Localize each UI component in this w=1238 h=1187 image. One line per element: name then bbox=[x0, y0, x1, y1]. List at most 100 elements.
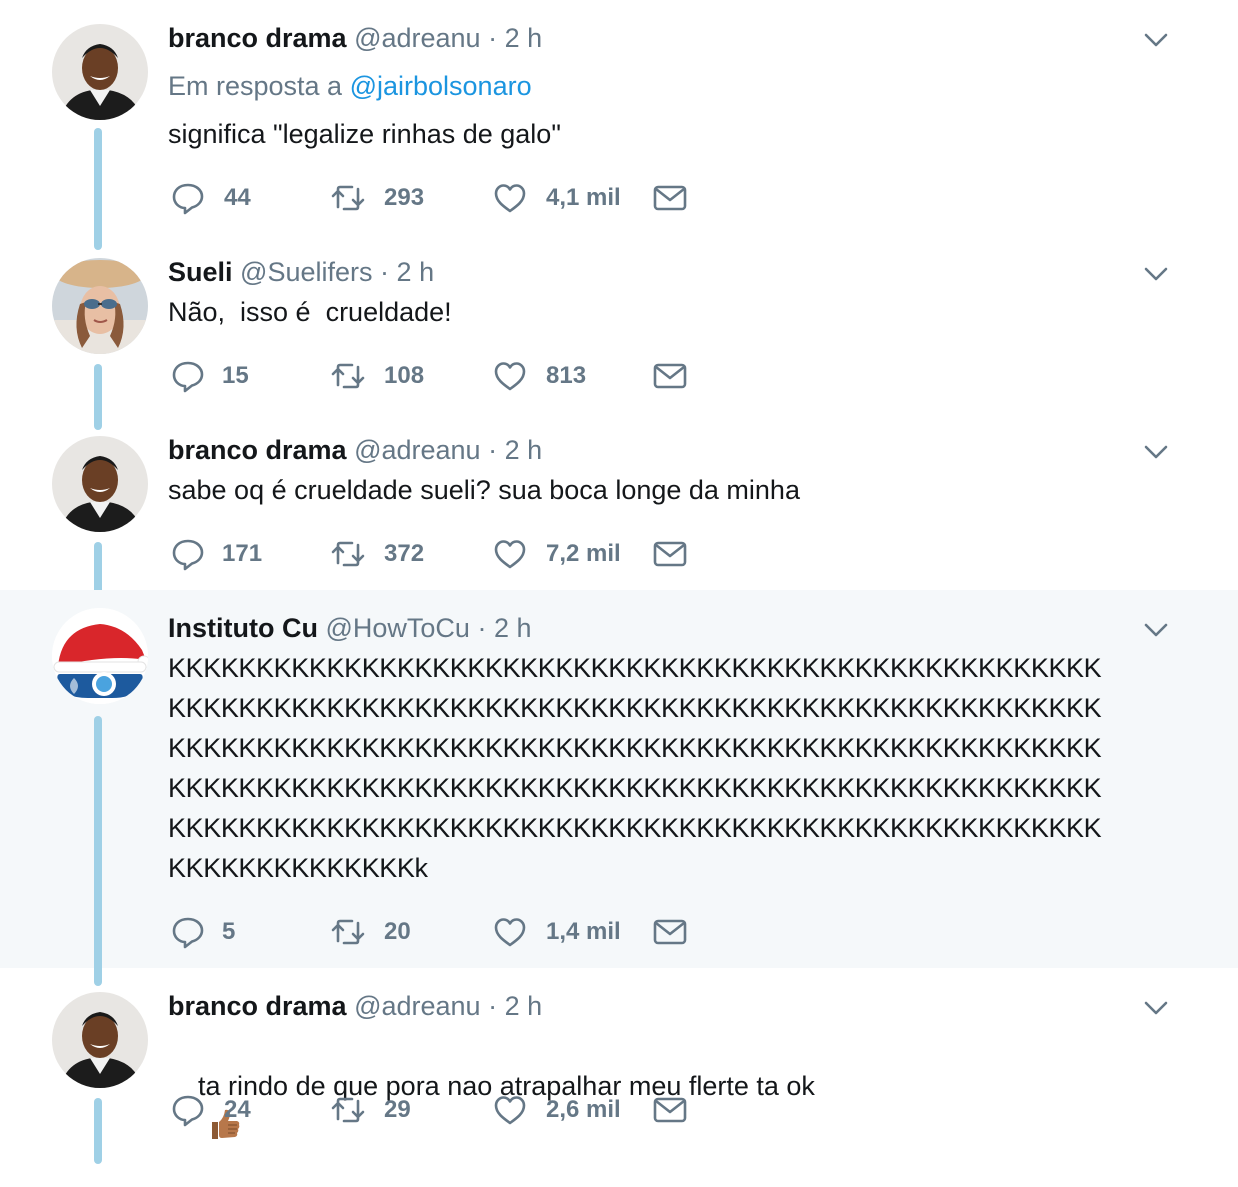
chevron-down-icon[interactable] bbox=[1142, 994, 1170, 1022]
display-name[interactable]: Sueli bbox=[168, 257, 233, 287]
retweet-count: 20 bbox=[384, 918, 411, 945]
reply-icon bbox=[172, 1095, 204, 1127]
username[interactable]: @adreanu bbox=[354, 991, 481, 1021]
separator-dot: · bbox=[477, 613, 487, 643]
tweet[interactable]: Sueli @Suelifers · 2 h Não, isso é cruel… bbox=[0, 240, 1238, 430]
like-count: 1,4 mil bbox=[546, 918, 621, 945]
direct-message-button[interactable] bbox=[652, 178, 688, 218]
retweet-count: 372 bbox=[384, 540, 425, 567]
thread-line bbox=[94, 128, 102, 250]
tweet[interactable]: branco drama @adreanu · 2 h Em resposta … bbox=[0, 0, 1238, 250]
direct-message-icon bbox=[653, 185, 687, 211]
separator-dot: · bbox=[488, 991, 498, 1021]
like-icon bbox=[494, 540, 526, 569]
tweet-actions: 5 20 1,4 mil bbox=[170, 912, 730, 952]
reply-icon bbox=[172, 361, 204, 393]
retweet-count: 293 bbox=[384, 184, 425, 211]
like-button[interactable]: 4,1 mil bbox=[492, 178, 621, 218]
reply-count: 5 bbox=[222, 918, 236, 945]
reply-icon bbox=[172, 917, 204, 949]
avatar[interactable] bbox=[52, 258, 148, 354]
chevron-down-icon[interactable] bbox=[1142, 616, 1170, 644]
direct-message-button[interactable] bbox=[652, 912, 688, 952]
tweet[interactable]: branco drama @adreanu · 2 h sabe oq é cr… bbox=[0, 418, 1238, 608]
reply-button[interactable]: 44 bbox=[170, 178, 251, 218]
timestamp[interactable]: 2 h bbox=[397, 257, 435, 287]
retweet-icon bbox=[331, 1097, 365, 1123]
separator-dot: · bbox=[488, 435, 498, 465]
like-icon bbox=[494, 362, 526, 391]
tweet-text: significa "legalize rinhas de galo" bbox=[168, 119, 561, 149]
like-count: 4,1 mil bbox=[546, 184, 621, 211]
like-icon bbox=[494, 918, 526, 947]
tweet-header: branco drama @adreanu · 2 h bbox=[168, 22, 542, 54]
avatar[interactable] bbox=[52, 436, 148, 532]
retweet-icon bbox=[331, 919, 365, 945]
like-button[interactable]: 2,6 mil bbox=[492, 1090, 621, 1130]
reply-button[interactable]: 15 bbox=[170, 356, 249, 396]
reply-icon bbox=[172, 183, 204, 215]
display-name[interactable]: branco drama bbox=[168, 435, 347, 465]
display-name[interactable]: Instituto Cu bbox=[168, 613, 318, 643]
reply-count: 171 bbox=[222, 540, 263, 567]
timestamp[interactable]: 2 h bbox=[505, 991, 543, 1021]
like-button[interactable]: 813 bbox=[492, 356, 586, 396]
retweet-button[interactable]: 372 bbox=[330, 534, 424, 574]
separator-dot: · bbox=[488, 23, 498, 53]
like-icon bbox=[494, 184, 526, 213]
tweet[interactable]: branco drama @adreanu · 2 h ta rindo de … bbox=[0, 968, 1238, 1164]
retweet-icon bbox=[331, 363, 365, 389]
text-line: KKKKKKKKKKKKKKk bbox=[168, 853, 428, 883]
avatar[interactable] bbox=[52, 24, 148, 120]
like-icon bbox=[494, 1096, 526, 1125]
reply-button[interactable]: 171 bbox=[170, 534, 262, 574]
avatar[interactable] bbox=[52, 992, 148, 1088]
text-line: KKKKKKKKKKKKKKKKKKKKKKKKKKKKKKKKKKKKKKKK… bbox=[168, 813, 1102, 843]
text-line: KKKKKKKKKKKKKKKKKKKKKKKKKKKKKKKKKKKKKKKK… bbox=[168, 653, 1102, 683]
thread-line bbox=[94, 716, 102, 986]
tweet-text: KKKKKKKKKKKKKKKKKKKKKKKKKKKKKKKKKKKKKKKK… bbox=[168, 648, 1168, 888]
tweet-actions: 24 29 2,6 mil bbox=[170, 1090, 730, 1130]
chevron-down-icon[interactable] bbox=[1142, 260, 1170, 288]
retweet-button[interactable]: 108 bbox=[330, 356, 424, 396]
tweet-highlighted[interactable]: Instituto Cu @HowToCu · 2 h KKKKKKKKKKKK… bbox=[0, 590, 1238, 986]
avatar[interactable] bbox=[52, 608, 148, 704]
tweet-actions: 15 108 813 bbox=[170, 356, 730, 396]
like-button[interactable]: 1,4 mil bbox=[492, 912, 621, 952]
tweet-text: sabe oq é crueldade sueli? sua boca long… bbox=[168, 475, 800, 505]
retweet-icon bbox=[331, 541, 365, 567]
direct-message-button[interactable] bbox=[652, 356, 688, 396]
timestamp[interactable]: 2 h bbox=[494, 613, 532, 643]
username[interactable]: @HowToCu bbox=[325, 613, 469, 643]
tweet-actions: 171 372 7,2 mil bbox=[170, 534, 730, 574]
reply-icon bbox=[172, 539, 204, 571]
like-count: 2,6 mil bbox=[546, 1096, 621, 1123]
retweet-count: 108 bbox=[384, 362, 425, 389]
display-name[interactable]: branco drama bbox=[168, 23, 347, 53]
retweet-button[interactable]: 293 bbox=[330, 178, 424, 218]
display-name[interactable]: branco drama bbox=[168, 991, 347, 1021]
direct-message-button[interactable] bbox=[652, 1090, 688, 1130]
reply-count: 24 bbox=[224, 1096, 251, 1123]
reply-count: 15 bbox=[222, 362, 249, 389]
like-button[interactable]: 7,2 mil bbox=[492, 534, 621, 574]
retweet-button[interactable]: 20 bbox=[330, 912, 411, 952]
reply-mention-link[interactable]: @jairbolsonaro bbox=[350, 71, 532, 101]
chevron-down-icon[interactable] bbox=[1142, 26, 1170, 54]
username[interactable]: @adreanu bbox=[354, 23, 481, 53]
retweet-count: 29 bbox=[384, 1096, 411, 1123]
reply-button[interactable]: 5 bbox=[170, 912, 235, 952]
reply-count: 44 bbox=[224, 184, 251, 211]
username[interactable]: @Suelifers bbox=[240, 257, 372, 287]
text-line: KKKKKKKKKKKKKKKKKKKKKKKKKKKKKKKKKKKKKKKK… bbox=[168, 773, 1102, 803]
direct-message-icon bbox=[653, 363, 687, 389]
chevron-down-icon[interactable] bbox=[1142, 438, 1170, 466]
text-line: KKKKKKKKKKKKKKKKKKKKKKKKKKKKKKKKKKKKKKKK… bbox=[168, 693, 1102, 723]
reply-button[interactable]: 24 bbox=[170, 1090, 251, 1130]
direct-message-button[interactable] bbox=[652, 534, 688, 574]
retweet-button[interactable]: 29 bbox=[330, 1090, 411, 1130]
timestamp[interactable]: 2 h bbox=[505, 23, 543, 53]
timestamp[interactable]: 2 h bbox=[505, 435, 543, 465]
retweet-icon bbox=[331, 185, 365, 211]
username[interactable]: @adreanu bbox=[354, 435, 481, 465]
